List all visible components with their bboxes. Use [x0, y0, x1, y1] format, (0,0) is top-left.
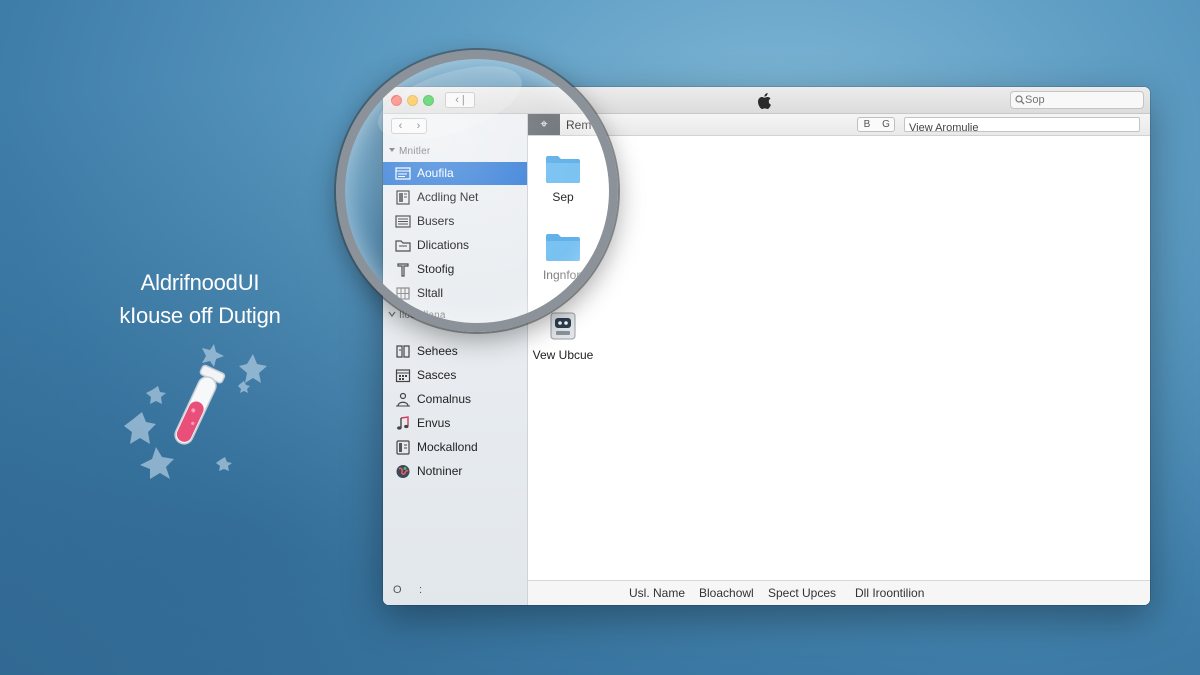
sidebar-item-label: Sltall — [417, 286, 444, 300]
sidebar-item-label: Acdling Net — [417, 190, 479, 204]
file-name: Sep — [552, 190, 574, 204]
sidebar-item-aoufila[interactable]: Aoufila — [383, 162, 527, 185]
sidebar-item-comalnus[interactable]: Comalnus — [383, 388, 527, 411]
sidebar-section-header[interactable]: Mnitler — [388, 146, 430, 157]
sidebar-item-label: Sasces — [417, 368, 457, 382]
sidebar-item-acdling-net[interactable]: Acdling Net — [383, 186, 527, 209]
sidebar-item-label: Notniner — [417, 464, 463, 478]
sidebar-item-dlications[interactable]: Dlications — [383, 234, 527, 257]
sidebar-section-header-2[interactable]: Ilociallana — [388, 310, 446, 321]
test-tube-illustration — [124, 344, 267, 479]
view-toggle: B G — [857, 117, 895, 132]
titlebar-back-button[interactable]: ‹ | — [445, 92, 475, 108]
document-icon — [396, 190, 410, 205]
sidebar-section-title: Mnitler — [398, 146, 431, 157]
sidebar-footer: O : — [393, 584, 422, 596]
sidebar-item-label: Mockallond — [417, 440, 478, 454]
file-item-vew-ubcue[interactable]: Vew Ubcue — [528, 312, 598, 362]
apple-logo-icon — [758, 93, 771, 109]
minimize-button[interactable] — [407, 95, 418, 106]
view-input[interactable] — [905, 121, 1135, 135]
file-name: Vew Ubcue — [532, 348, 594, 362]
hammer-icon — [397, 263, 409, 277]
sidebar: ‹ › Mnitler Aoufila Acdling Net Busers D… — [383, 114, 528, 605]
sidebar-item-busers[interactable]: Busers — [383, 210, 527, 233]
titlebar-search[interactable] — [1010, 91, 1144, 109]
toolbar-title: Rem — [566, 118, 592, 132]
sidebar-item-sltall[interactable]: Sltall — [383, 282, 527, 305]
toolbar: ⌖ Rem B G — [528, 114, 1150, 136]
search-input[interactable] — [1025, 92, 1141, 108]
tagline-line2: kIouse off Dutign — [119, 303, 281, 328]
close-button[interactable] — [391, 95, 402, 106]
robot-app-icon — [550, 312, 576, 340]
view-field[interactable] — [904, 117, 1140, 135]
triangle-down-icon — [389, 148, 395, 152]
sidebar-item-label: Stoofig — [417, 262, 455, 276]
title-bar: ‹ | — [383, 87, 1150, 114]
column-header-bar: Usl. Name Bloachowl Spect Upces Dll Iroo… — [528, 580, 1150, 605]
sidebar-item-sasces[interactable]: Sasces — [383, 364, 527, 387]
hero-tagline: AldrifnoodUI kIouse off Dutign — [100, 266, 300, 332]
column-header[interactable]: Spect Upces — [768, 586, 836, 600]
sidebar-item-mockallond[interactable]: Mockallond — [383, 436, 527, 459]
sidebar-item-label: Busers — [417, 214, 455, 228]
sidebar-item-label: Sehees — [417, 344, 458, 358]
folder-icon — [546, 234, 580, 261]
column-header[interactable]: Usl. Name — [629, 586, 685, 600]
nav-back-button[interactable]: ‹ — [392, 120, 409, 132]
list-icon — [395, 215, 411, 228]
sidebar-item-label: Envus — [417, 416, 451, 430]
finder-window: ‹ | ‹ › Mnitler Aoufila Acdling Net — [383, 87, 1150, 605]
nav-forward-button[interactable]: › — [410, 120, 427, 132]
sidebar-item-label: Aoufila — [417, 166, 454, 180]
column-header[interactable]: Bloachowl — [699, 586, 754, 600]
sidebar-item-stoofig[interactable]: Stoofig — [383, 258, 527, 281]
sidebar-item-notniner[interactable]: Notniner — [383, 460, 527, 483]
sidebar-item-label: Comalnus — [417, 392, 472, 406]
sidebar-section-title: Ilociallana — [398, 310, 446, 321]
sidebar-footer-button[interactable]: O — [393, 584, 402, 596]
tagline-line1: AldrifnoodUI — [140, 270, 260, 295]
column-header[interactable]: Dll Iroontilion — [855, 586, 924, 600]
chevron-down-icon — [388, 311, 396, 318]
globe-icon — [396, 465, 410, 478]
app-window-icon — [395, 167, 411, 180]
calendar-icon — [395, 369, 411, 383]
book-icon — [396, 345, 410, 358]
file-browser-content: Sep Ingnfon Vew Ubcue — [528, 136, 1150, 580]
grid-icon — [396, 287, 410, 300]
sidebar-nav-buttons: ‹ › — [391, 118, 427, 134]
sidebar-item-sehees[interactable]: Sehees — [383, 340, 527, 363]
folder-icon — [395, 240, 411, 252]
music-icon — [397, 416, 409, 430]
file-item-ingnfon[interactable]: Ingnfon — [528, 232, 598, 282]
view-toggle-option-a[interactable]: B — [858, 119, 876, 130]
file-name: Ingnfon — [542, 268, 584, 282]
search-icon — [1015, 95, 1025, 105]
action-button[interactable]: ⌖ — [528, 114, 560, 135]
sidebar-item-envus[interactable]: Envus — [383, 412, 527, 435]
people-icon — [396, 392, 410, 407]
view-toggle-option-b[interactable]: G — [877, 119, 895, 130]
file-item-sep[interactable]: Sep — [528, 154, 598, 204]
sidebar-item-label: Dlications — [417, 238, 470, 252]
zoom-button[interactable] — [423, 95, 434, 106]
sidebar-footer-separator: : — [419, 584, 423, 596]
document-icon — [396, 440, 410, 455]
folder-icon — [546, 156, 580, 183]
